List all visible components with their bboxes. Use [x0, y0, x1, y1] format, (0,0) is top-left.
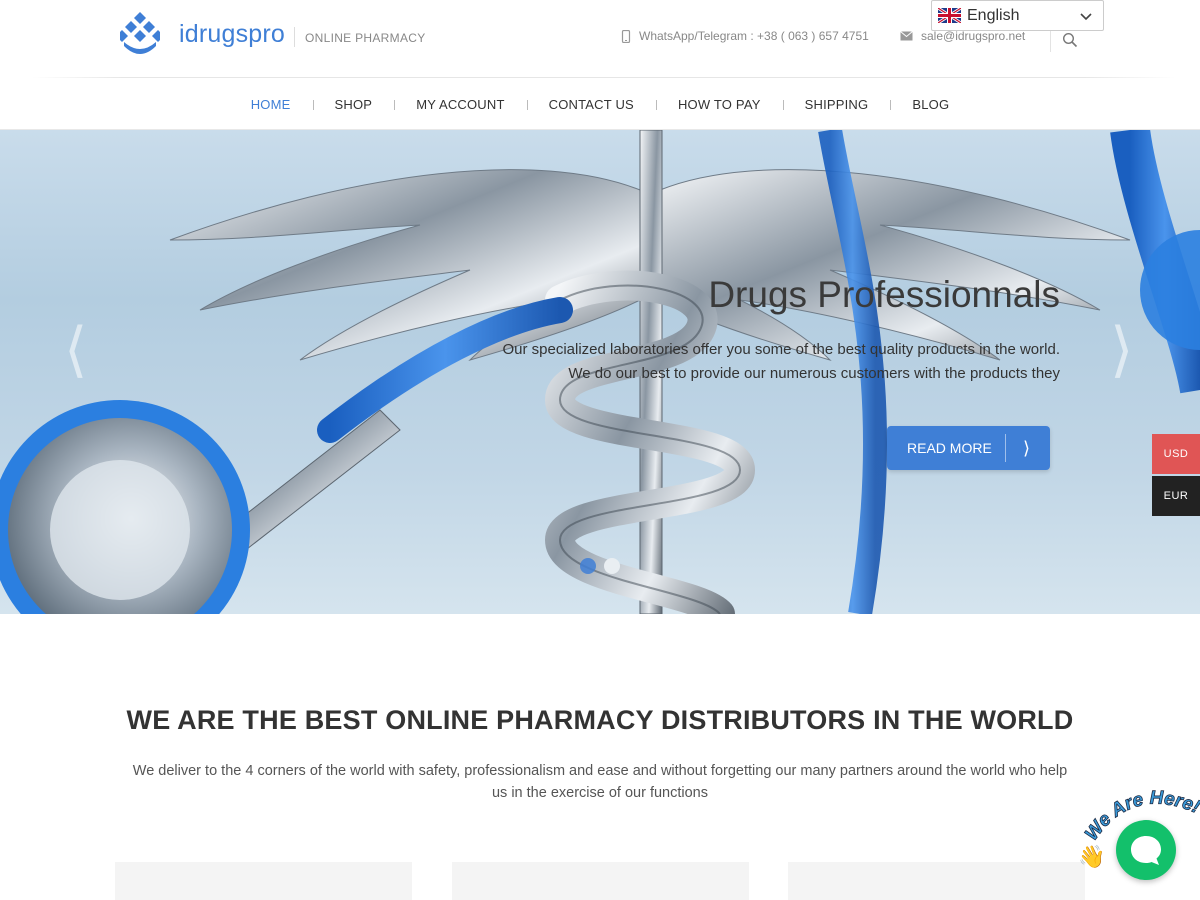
language-select[interactable]: English: [931, 0, 1104, 31]
feature-card-3: [788, 862, 1085, 900]
chevron-down-icon: [1080, 13, 1092, 21]
nav-item-how-to-pay[interactable]: HOW TO PAY: [655, 97, 783, 112]
feature-card-1: [115, 862, 412, 900]
nav-item-home[interactable]: HOME: [229, 97, 313, 112]
section-text: We deliver to the 4 corners of the world…: [132, 763, 1068, 801]
button-divider: [1005, 434, 1006, 462]
read-more-button[interactable]: READ MORE ⟩: [887, 426, 1050, 470]
phone-text: WhatsApp/Telegram : +38 ( 063 ) 657 4751: [639, 29, 869, 43]
slider-prev-arrow[interactable]: ⟨: [64, 320, 87, 380]
slider-dot-1[interactable]: [580, 558, 596, 574]
logo-icon[interactable]: [120, 12, 160, 62]
hero-title: Drugs Professionnals: [708, 274, 1060, 315]
slider-dot-2[interactable]: [604, 558, 620, 574]
wave-hand-icon: 👋: [1078, 844, 1106, 869]
tagline: ONLINE PHARMACY: [305, 31, 426, 45]
main-nav: HOME SHOP MY ACCOUNT CONTACT US HOW TO P…: [0, 78, 1200, 130]
feature-card-2: [452, 862, 749, 900]
uk-flag-icon: [938, 8, 961, 23]
chat-bubble-icon: [1131, 836, 1161, 865]
section-title: WE ARE THE BEST ONLINE PHARMACY DISTRIBU…: [126, 705, 1074, 735]
nav-item-shop[interactable]: SHOP: [312, 97, 395, 112]
brand-divider: [294, 27, 295, 47]
email-link[interactable]: sale@idrugspro.net: [921, 29, 1025, 43]
chat-button[interactable]: [1116, 820, 1176, 880]
phone-contact: WhatsApp/Telegram : +38 ( 063 ) 657 4751: [621, 29, 869, 43]
nav-item-blog[interactable]: BLOG: [890, 97, 971, 112]
slider-next-arrow[interactable]: ⟩: [1110, 320, 1133, 380]
search-icon[interactable]: [1062, 32, 1078, 48]
currency-usd[interactable]: USD: [1152, 434, 1200, 474]
email-contact: sale@idrugspro.net: [900, 29, 1025, 43]
nav-item-contact-us[interactable]: CONTACT US: [526, 97, 656, 112]
chevron-right-icon: ⟩: [1023, 438, 1031, 458]
currency-eur[interactable]: EUR: [1152, 476, 1200, 516]
site-header: idrugspro ONLINE PHARMACY WhatsApp/Teleg…: [0, 0, 1200, 78]
hero-slider: ⟨ ⟩ Drugs Professionnals Our specialized…: [0, 130, 1200, 614]
brand-name[interactable]: idrugspro: [179, 20, 285, 49]
read-more-label: READ MORE: [907, 440, 992, 456]
mail-icon: [900, 31, 913, 41]
nav-item-shipping[interactable]: SHIPPING: [782, 97, 891, 112]
language-label: English: [967, 6, 1020, 24]
phone-icon: [621, 29, 631, 43]
hero-text: Our specialized laboratories offer you s…: [502, 341, 1060, 382]
nav-item-my-account[interactable]: MY ACCOUNT: [394, 97, 526, 112]
